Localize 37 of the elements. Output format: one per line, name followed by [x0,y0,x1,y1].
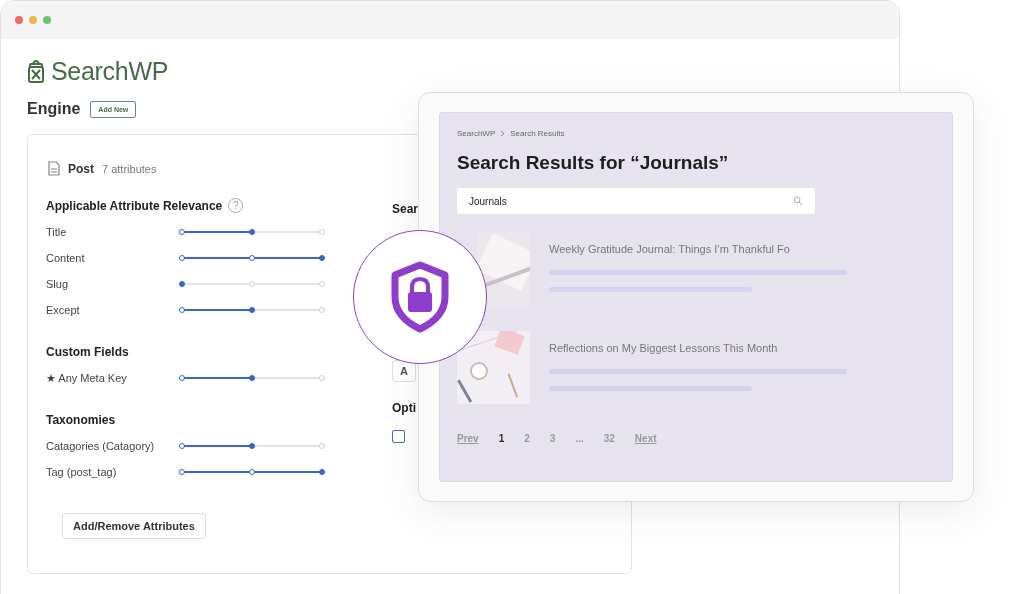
brand-name: SearchWP [51,57,169,86]
pagination-link[interactable]: Prev [457,433,479,444]
option-checkbox[interactable] [392,430,405,443]
attribute-label: Content [46,252,86,264]
pagination-link[interactable]: Next [634,433,657,444]
page-number[interactable]: 2 [524,433,530,444]
post-type-title: Post [68,161,94,176]
attribute-label: ★ Any Meta Key [46,371,128,385]
section-heading: Applicable Attribute Relevance [46,198,223,213]
attribute-label: Title [46,226,68,238]
attribute-label: Tag (post_tag) [46,466,118,478]
add-remove-attributes-button[interactable]: Add/Remove Attributes [62,513,206,539]
breadcrumb-link[interactable]: SearchWP [457,129,496,138]
breadcrumb-link[interactable]: Search Results [510,129,565,138]
document-icon [48,161,60,176]
result-title[interactable]: Weekly Gratitude Journal: Things I’m Thankful Fo [549,243,847,255]
section-heading: Taxonomies [46,413,116,427]
shield-lock-icon [390,261,450,333]
attribute-label: Except [46,304,81,316]
page-title: Engine [27,100,81,118]
section-heading: Sear [392,202,419,216]
results-heading: Search Results for “Journals” [457,152,730,174]
close-icon[interactable] [15,16,23,24]
attribute-label: Catagories (Catagory) [46,440,156,452]
attribute-label: Slug [46,278,70,290]
page-number[interactable]: 3 [549,433,556,444]
attribute-count: 7 attributes [102,162,157,175]
search-field[interactable]: Journals [457,188,815,214]
section-heading: Opti [392,401,416,415]
page-number[interactable]: ... [575,433,584,444]
add-button[interactable]: A [392,360,416,382]
section-heading: Custom Fields [46,345,129,359]
result-title[interactable]: Reflections on My Biggest Lessons This Month [549,342,847,354]
lantern-icon [27,58,45,85]
page-number[interactable]: 32 [603,433,615,444]
page-number[interactable]: 1 [498,433,505,444]
chevron-right-icon [500,130,506,137]
